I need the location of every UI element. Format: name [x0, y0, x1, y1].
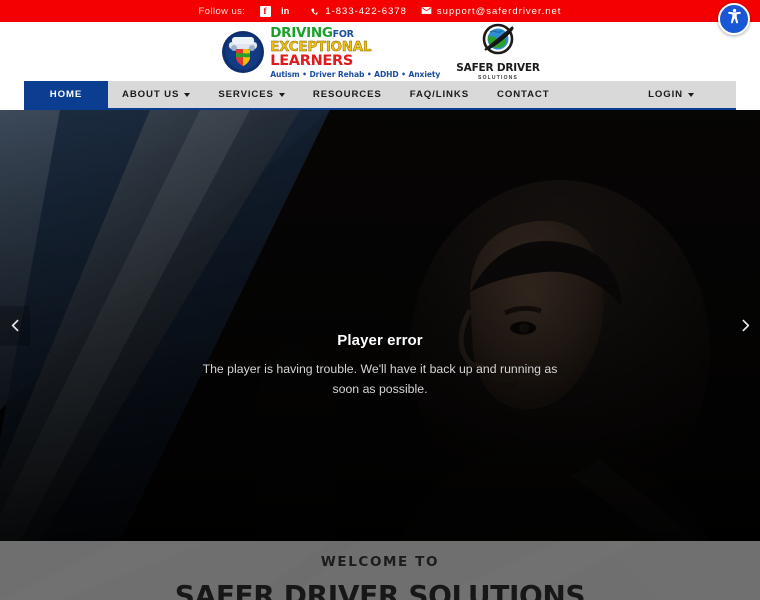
carousel-next-button[interactable]: [730, 306, 760, 346]
carousel-prev-button[interactable]: [0, 305, 30, 346]
nav-label-contact: CONTACT: [497, 89, 550, 100]
nav-spacer: [564, 81, 635, 108]
follow-us-label: Follow us:: [198, 5, 246, 17]
player-error-overlay: Player error The player is having troubl…: [0, 332, 760, 400]
hero-video-slider: Player error The player is having troubl…: [0, 110, 760, 541]
email-link[interactable]: support@saferdriver.net: [421, 6, 562, 17]
facebook-icon: f: [259, 5, 271, 17]
nav-label-faq-links: FAQ/LINKS: [409, 89, 470, 100]
nav-item-services[interactable]: SERVICES: [204, 81, 299, 108]
phone-link[interactable]: 1-833-422-6378: [309, 6, 407, 17]
primary-nav: HOME ABOUT US SERVICES RESOURCES FAQ/LIN…: [24, 81, 736, 110]
top-utility-bar: Follow us: f in 1-833-422-6378 support@s…: [0, 0, 760, 35]
facebook-link[interactable]: f: [255, 4, 275, 18]
welcome-section: WELCOME TO SAFER DRIVER SOLUTIONS: [0, 541, 760, 600]
dfel-wordmark: DRIVINGFOR EXCEPTIONAL LEARNERS Autism •…: [270, 25, 440, 79]
globe-swoosh-icon: [476, 23, 520, 61]
chevron-left-icon: [7, 317, 24, 334]
nav-label-resources: RESOURCES: [312, 89, 382, 100]
dfel-badge-icon: [220, 29, 266, 75]
nav-item-login[interactable]: LOGIN: [634, 81, 708, 108]
logo-driving-for-exceptional-learners[interactable]: DRIVINGFOR EXCEPTIONAL LEARNERS Autism •…: [220, 25, 440, 79]
logo-tagline: Autism • Driver Rehab • ADHD • Anxiety: [270, 69, 441, 79]
phone-number: 1-833-422-6378: [325, 5, 407, 17]
chevron-down-icon: [184, 92, 191, 97]
nav-label-services: SERVICES: [218, 89, 274, 100]
nav-item-contact[interactable]: CONTACT: [483, 81, 563, 108]
nav-end-pad: [708, 81, 736, 108]
hero-background-image: [0, 110, 760, 541]
welcome-eyebrow: WELCOME TO: [320, 554, 440, 570]
site-header: DRIVINGFOR EXCEPTIONAL LEARNERS Autism •…: [0, 22, 760, 81]
sds-subtitle: SOLUTIONS: [478, 74, 518, 81]
nav-item-resources[interactable]: RESOURCES: [299, 81, 396, 108]
linkedin-link[interactable]: in: [275, 4, 295, 18]
chevron-right-icon: [737, 317, 754, 334]
welcome-title: SAFER DRIVER SOLUTIONS: [174, 579, 586, 600]
email-address: support@saferdriver.net: [436, 5, 562, 17]
nav-item-about-us[interactable]: ABOUT US: [108, 81, 204, 108]
welcome-text-block: WELCOME TO SAFER DRIVER SOLUTIONS: [0, 541, 760, 600]
primary-nav-wrapper: HOME ABOUT US SERVICES RESOURCES FAQ/LIN…: [0, 81, 760, 110]
chevron-down-icon: [688, 92, 694, 97]
nav-label-about-us: ABOUT US: [122, 89, 180, 100]
accessibility-icon: [725, 7, 744, 31]
linkedin-icon: in: [281, 6, 290, 16]
logo-safer-driver-solutions[interactable]: SAFER DRIVER SOLUTIONS: [456, 23, 540, 81]
chevron-down-icon: [278, 92, 285, 97]
logo-line-exceptional: EXCEPTIONAL: [270, 38, 372, 55]
player-error-message: The player is having trouble. We'll have…: [202, 362, 558, 396]
nav-label-home: HOME: [49, 89, 83, 100]
nav-item-home[interactable]: HOME: [24, 81, 108, 108]
nav-item-faq-links[interactable]: FAQ/LINKS: [396, 81, 483, 108]
nav-label-login: LOGIN: [648, 89, 683, 100]
logo-line-learners: LEARNERS: [270, 53, 354, 70]
top-utility-bar-inner: Follow us: f in 1-833-422-6378 support@s…: [199, 4, 562, 18]
player-error-title: Player error: [337, 332, 423, 349]
phone-icon: [309, 6, 320, 17]
sds-name: SAFER DRIVER: [456, 61, 540, 74]
envelope-icon: [421, 6, 432, 17]
accessibility-button[interactable]: [718, 3, 750, 35]
